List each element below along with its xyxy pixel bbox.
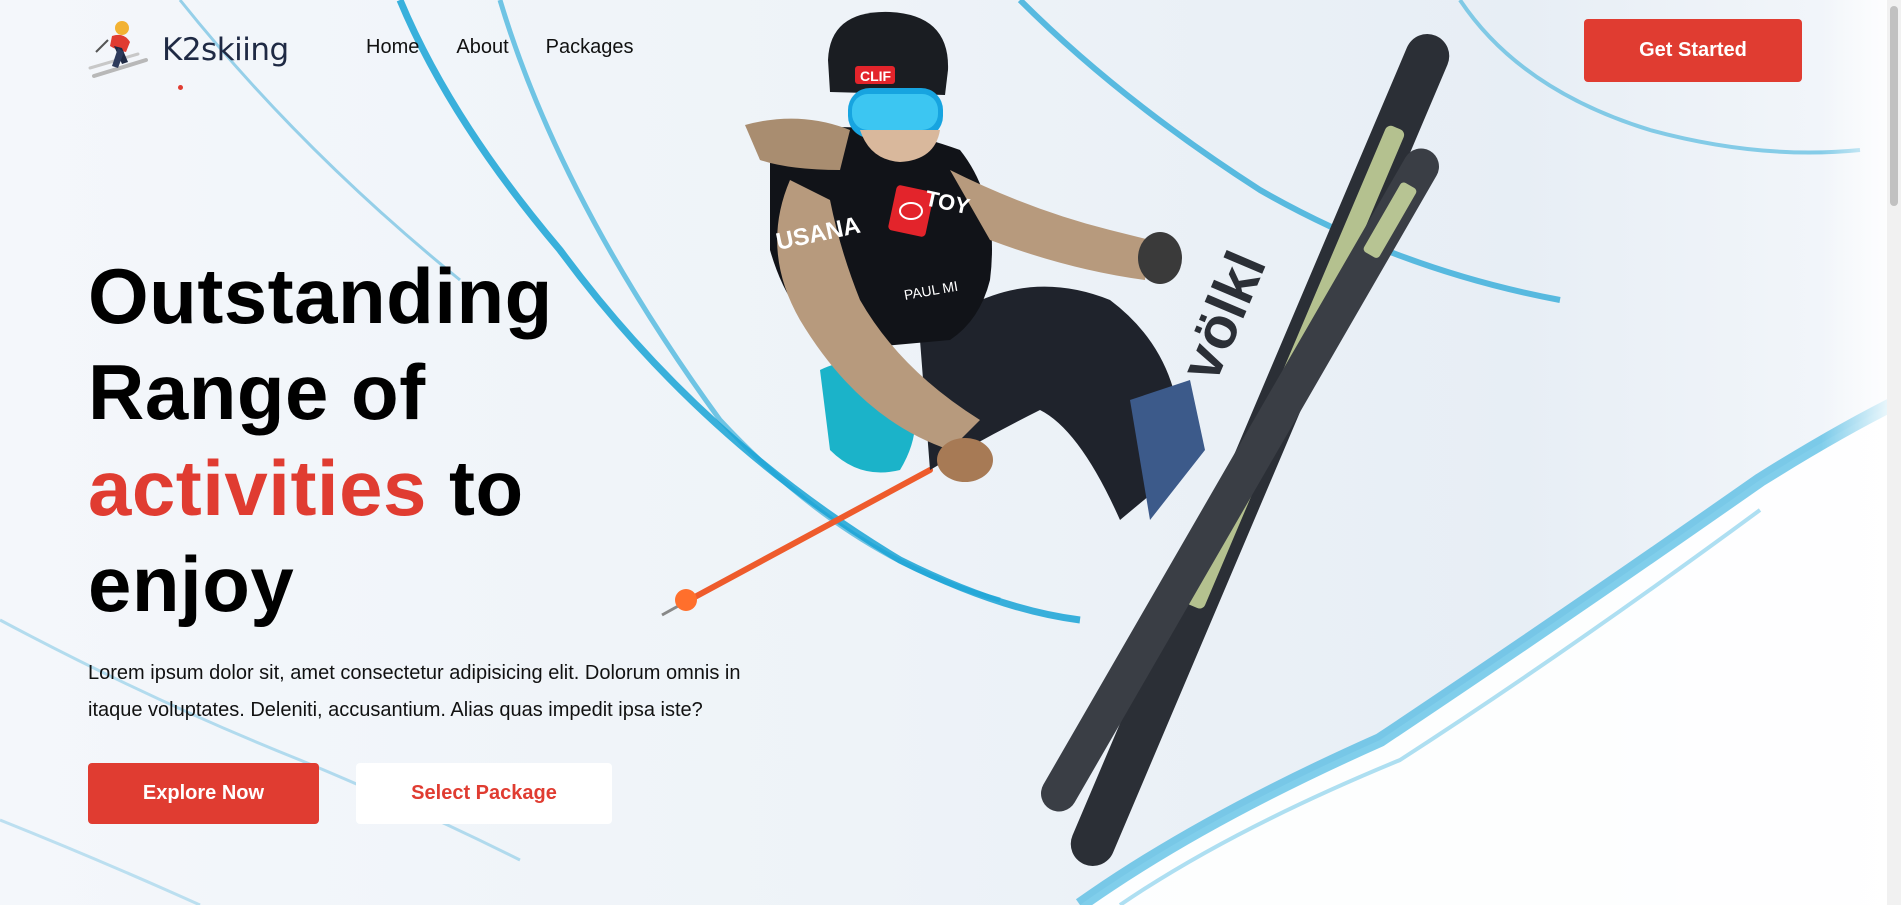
skier-logo-icon — [88, 21, 148, 78]
nav-link-packages[interactable]: Packages — [546, 36, 634, 59]
nav-link-about[interactable]: About — [456, 36, 508, 59]
scrollbar-thumb[interactable] — [1890, 6, 1898, 206]
hero-title-line-2: Range of — [88, 348, 426, 436]
hero-description: Lorem ipsum dolor sit, amet consectetur … — [88, 662, 741, 721]
site-header: K2skiing Home About Packages Get Started — [0, 0, 1887, 100]
hero-title-line-1: Outstanding — [88, 252, 553, 340]
main-nav: Home About Packages — [366, 36, 633, 59]
brand-logo-link[interactable]: K2skiing — [88, 18, 289, 82]
ski-brand-text: völkl — [1167, 242, 1278, 389]
get-started-button[interactable]: Get Started — [1584, 19, 1802, 82]
brand-name: K2skiing — [162, 32, 289, 68]
page-scrollbar[interactable] — [1887, 0, 1901, 905]
hero-title-after-accent: to — [426, 444, 524, 532]
hero-title-accent: activities — [88, 444, 427, 532]
active-indicator-dot — [178, 85, 183, 90]
hero-title: Outstanding Range of activities to enjoy — [88, 248, 553, 632]
hero-title-line-4: enjoy — [88, 540, 295, 628]
explore-now-button[interactable]: Explore Now — [88, 763, 319, 824]
nav-link-home[interactable]: Home — [366, 36, 419, 59]
select-package-button[interactable]: Select Package — [356, 763, 612, 824]
